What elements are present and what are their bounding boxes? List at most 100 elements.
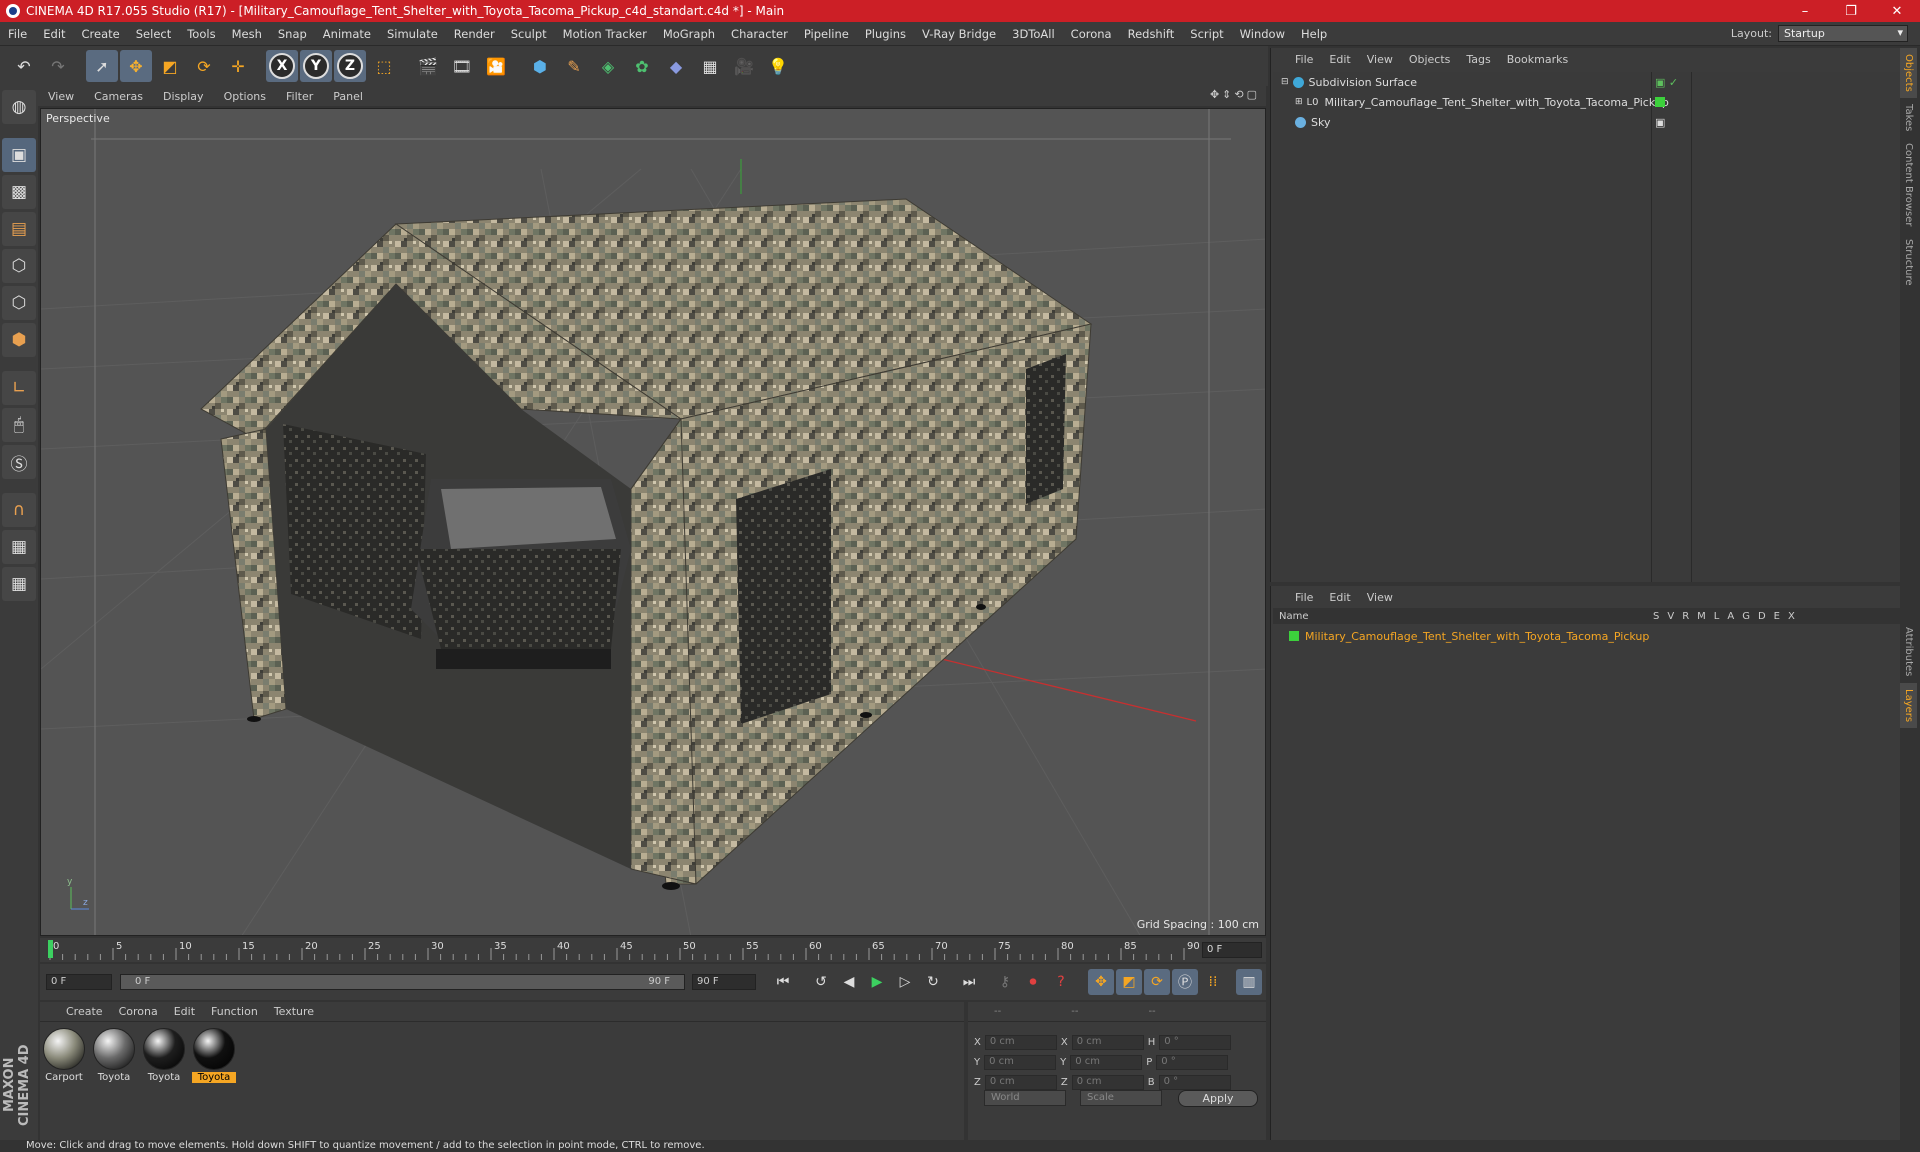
visibility-dots-icon[interactable]: ▣ bbox=[1655, 116, 1665, 129]
add-camera-button[interactable]: 🎥 bbox=[728, 50, 760, 82]
viewport-menu-cameras[interactable]: Cameras bbox=[84, 90, 153, 103]
viewport-menu-options[interactable]: Options bbox=[214, 90, 276, 103]
menu-motion-tracker[interactable]: Motion Tracker bbox=[555, 27, 655, 41]
maximize-button[interactable]: ❐ bbox=[1828, 4, 1874, 19]
menu-vray-bridge[interactable]: V-Ray Bridge bbox=[914, 27, 1004, 41]
objects-menu-view[interactable]: View bbox=[1359, 53, 1401, 66]
menu-character[interactable]: Character bbox=[723, 27, 796, 41]
polygons-mode-button[interactable]: ⬢ bbox=[2, 323, 36, 357]
object-row-sky[interactable]: Sky ▣ bbox=[1273, 112, 1900, 132]
menu-create[interactable]: Create bbox=[74, 27, 128, 41]
coord-space-dropdown[interactable]: World bbox=[984, 1090, 1066, 1106]
texture-mode-button[interactable]: ▩ bbox=[2, 175, 36, 209]
menu-snap[interactable]: Snap bbox=[270, 27, 315, 41]
start-frame-field[interactable]: 0 F bbox=[46, 974, 112, 990]
key-position-button[interactable]: ✥ bbox=[1088, 969, 1114, 995]
layer-column-header[interactable]: L bbox=[1714, 611, 1720, 622]
tab-structure[interactable]: Structure bbox=[1900, 233, 1917, 292]
move-tool-button[interactable]: ✥ bbox=[120, 50, 152, 82]
frame-range-slider[interactable]: 0 F 90 F bbox=[120, 974, 685, 990]
autokey-button[interactable]: ? bbox=[1048, 969, 1074, 995]
goto-start-button[interactable]: ⏮ bbox=[770, 969, 796, 995]
objects-menu-bookmarks[interactable]: Bookmarks bbox=[1499, 53, 1576, 66]
layer-column-header[interactable]: S bbox=[1653, 611, 1659, 622]
goto-end-button[interactable]: ⏭ bbox=[956, 969, 982, 995]
layer-color-swatch[interactable] bbox=[1289, 631, 1299, 641]
add-array-button[interactable]: ✿ bbox=[626, 50, 658, 82]
viewport-nav-icons[interactable]: ✥⇕⟲▢ bbox=[1210, 88, 1260, 101]
material-swatch[interactable]: Toyota bbox=[92, 1028, 136, 1083]
viewport-menu-panel[interactable]: Panel bbox=[323, 90, 373, 103]
menu-3dtoall[interactable]: 3DToAll bbox=[1004, 27, 1063, 41]
coord-mode-dropdown[interactable]: Scale bbox=[1080, 1090, 1162, 1106]
layer-row-tent-shelter[interactable]: Military_Camouflage_Tent_Shelter_with_To… bbox=[1273, 626, 1649, 646]
menu-corona[interactable]: Corona bbox=[1063, 27, 1120, 41]
add-spline-button[interactable]: ✎ bbox=[558, 50, 590, 82]
close-button[interactable]: ✕ bbox=[1874, 4, 1920, 19]
key-parameter-button[interactable]: Ⓟ bbox=[1172, 969, 1198, 995]
menu-tools[interactable]: Tools bbox=[179, 27, 223, 41]
object-row-tent-shelter[interactable]: ⊞ L0 Military_Camouflage_Tent_Shelter_wi… bbox=[1273, 92, 1900, 112]
render-picture-viewer-button[interactable]: 🎞 bbox=[446, 50, 478, 82]
objects-menu-tags[interactable]: Tags bbox=[1458, 53, 1498, 66]
material-menu-create[interactable]: Create bbox=[58, 1005, 111, 1018]
menu-select[interactable]: Select bbox=[128, 27, 179, 41]
material-swatch[interactable]: Toyota bbox=[192, 1028, 236, 1083]
menu-render[interactable]: Render bbox=[446, 27, 503, 41]
layers-menu-view[interactable]: View bbox=[1359, 591, 1401, 604]
snap-button[interactable]: Ⓢ bbox=[2, 445, 36, 479]
key-pla-button[interactable]: ⁞⁞ bbox=[1200, 969, 1226, 995]
prev-key-button[interactable]: ↺ bbox=[808, 969, 834, 995]
y-axis-lock-button[interactable]: Y bbox=[300, 50, 332, 82]
z-axis-lock-button[interactable]: Z bbox=[334, 50, 366, 82]
rotation-b-field[interactable]: 0 ° bbox=[1158, 1074, 1231, 1090]
menu-help[interactable]: Help bbox=[1293, 27, 1335, 41]
menu-simulate[interactable]: Simulate bbox=[379, 27, 446, 41]
rotation-p-field[interactable]: 0 ° bbox=[1156, 1054, 1229, 1070]
add-deformer-button[interactable]: ◆ bbox=[660, 50, 692, 82]
layer-column-header[interactable]: A bbox=[1727, 611, 1734, 622]
workplane-mode-button[interactable]: ▤ bbox=[2, 212, 36, 246]
record-button[interactable]: ⏺ bbox=[1020, 969, 1046, 995]
menu-script[interactable]: Script bbox=[1182, 27, 1231, 41]
size-x-field[interactable]: 0 cm bbox=[1071, 1034, 1144, 1050]
menu-plugins[interactable]: Plugins bbox=[857, 27, 914, 41]
render-view-button[interactable]: 🎬 bbox=[412, 50, 444, 82]
rotation-h-field[interactable]: 0 ° bbox=[1159, 1034, 1232, 1050]
key-rotation-button[interactable]: ⟳ bbox=[1144, 969, 1170, 995]
layout-dropdown[interactable]: Startup bbox=[1778, 25, 1908, 42]
add-generator-button[interactable]: ◈ bbox=[592, 50, 624, 82]
tab-content-browser[interactable]: Content Browser bbox=[1900, 137, 1917, 232]
layer-color-swatch[interactable] bbox=[1655, 97, 1665, 107]
prev-frame-button[interactable]: ◀ bbox=[836, 969, 862, 995]
x-axis-lock-button[interactable]: X bbox=[266, 50, 298, 82]
edges-mode-button[interactable]: ⬡ bbox=[2, 286, 36, 320]
current-frame-field[interactable]: 0 F bbox=[1202, 942, 1262, 958]
render-settings-button[interactable]: 🎦 bbox=[480, 50, 512, 82]
viewport-menu-view[interactable]: View bbox=[38, 90, 84, 103]
viewport-menu-display[interactable]: Display bbox=[153, 90, 214, 103]
key-scale-button[interactable]: ◩ bbox=[1116, 969, 1142, 995]
menu-window[interactable]: Window bbox=[1232, 27, 1293, 41]
minimize-button[interactable]: – bbox=[1782, 4, 1828, 19]
scale-tool-button[interactable]: ◩ bbox=[154, 50, 186, 82]
layer-column-header[interactable]: V bbox=[1667, 611, 1674, 622]
layer-column-header[interactable]: R bbox=[1682, 611, 1689, 622]
menu-mograph[interactable]: MoGraph bbox=[655, 27, 723, 41]
layers-menu-edit[interactable]: Edit bbox=[1321, 591, 1358, 604]
layer-column-header[interactable]: X bbox=[1788, 611, 1795, 622]
add-light-button[interactable]: 💡 bbox=[762, 50, 794, 82]
model-mode-button[interactable]: ◍ bbox=[2, 90, 36, 124]
position-z-field[interactable]: 0 cm bbox=[984, 1074, 1057, 1090]
menu-redshift[interactable]: Redshift bbox=[1120, 27, 1183, 41]
lock-workplane-button[interactable]: ▦ bbox=[2, 530, 36, 564]
planar-workplane-button[interactable]: ▦ bbox=[2, 567, 36, 601]
tab-takes[interactable]: Takes bbox=[1900, 98, 1917, 137]
tab-objects[interactable]: Objects bbox=[1900, 48, 1917, 98]
objects-menu-edit[interactable]: Edit bbox=[1321, 53, 1358, 66]
menu-pipeline[interactable]: Pipeline bbox=[796, 27, 857, 41]
perspective-viewport[interactable]: y z Perspective Grid Spacing : 100 cm bbox=[40, 108, 1266, 936]
redo-button[interactable]: ↷ bbox=[42, 50, 74, 82]
size-y-field[interactable]: 0 cm bbox=[1070, 1054, 1143, 1070]
object-mode-button[interactable]: ▣ bbox=[2, 138, 36, 172]
